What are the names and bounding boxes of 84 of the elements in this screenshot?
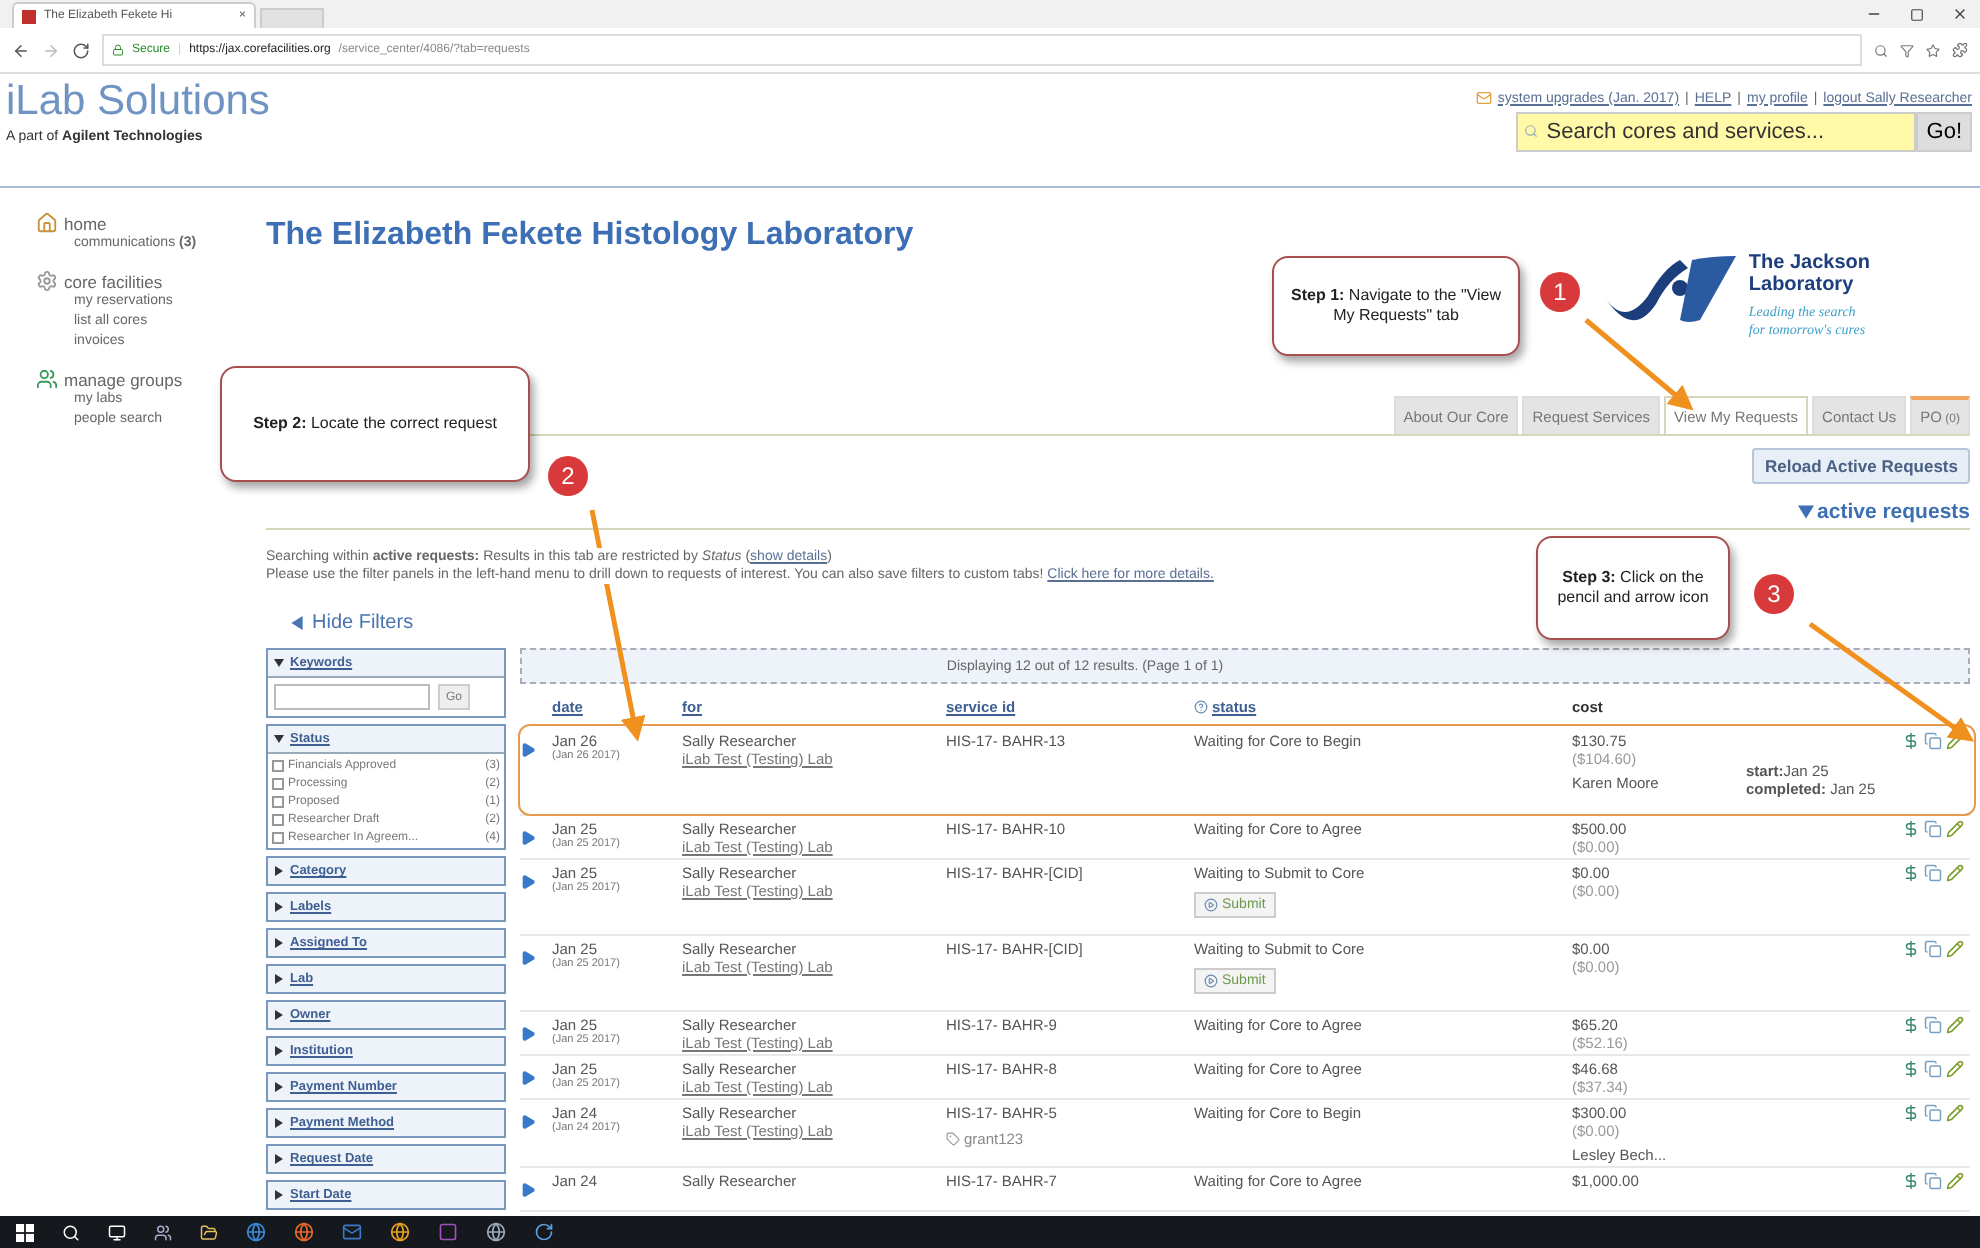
people-icon[interactable]	[154, 1223, 172, 1241]
pencil-icon[interactable]	[1946, 864, 1964, 882]
go-button[interactable]: Go!	[1916, 112, 1972, 152]
pencil-icon[interactable]	[1946, 820, 1964, 838]
pencil-icon[interactable]	[1946, 940, 1964, 958]
step-callout: Step 1: Navigate to the "View My Requests" tab	[1272, 256, 1520, 356]
copy-icon[interactable]	[1924, 1172, 1942, 1190]
pencil-icon[interactable]	[1946, 1060, 1964, 1078]
ilab-logo[interactable]: iLab Solutions	[6, 80, 270, 122]
mail-icon[interactable]	[342, 1222, 362, 1242]
play-icon	[1204, 898, 1218, 912]
sync-icon[interactable]	[534, 1222, 554, 1242]
expand-icon[interactable]	[520, 1026, 536, 1042]
partner-name: Laboratory	[1748, 274, 1856, 296]
expand-icon[interactable]	[520, 950, 536, 966]
windows-logo-icon[interactable]	[16, 1223, 34, 1241]
favicon-icon	[22, 9, 36, 23]
mail-icon	[1475, 90, 1492, 106]
copy-icon[interactable]	[1924, 732, 1942, 750]
copy-icon[interactable]	[1924, 1016, 1942, 1034]
expand-icon[interactable]	[520, 1070, 536, 1086]
arrow	[1584, 318, 1694, 411]
left-caret-icon	[290, 616, 304, 630]
task-view-icon[interactable]	[108, 1223, 126, 1241]
expand-icon[interactable]	[520, 874, 536, 890]
play-icon	[1204, 974, 1218, 988]
back-icon[interactable]	[12, 41, 30, 59]
pencil-icon[interactable]	[1946, 1172, 1964, 1190]
checkbox[interactable]	[272, 759, 284, 771]
dollar-icon[interactable]	[1902, 1016, 1920, 1034]
reload-button[interactable]: Reload Active Requests	[1752, 448, 1970, 484]
tag-icon	[946, 1132, 960, 1146]
home-icon	[36, 212, 58, 234]
gear-icon	[36, 270, 58, 292]
checkbox[interactable]	[272, 795, 284, 807]
expand-icon[interactable]	[520, 1182, 536, 1198]
folder-icon[interactable]	[200, 1223, 218, 1241]
extension-icon[interactable]	[1952, 42, 1968, 58]
dollar-icon[interactable]	[1902, 1060, 1920, 1078]
dollar-icon[interactable]	[1902, 1172, 1920, 1190]
copy-icon[interactable]	[1924, 1104, 1942, 1122]
maximize-icon[interactable]	[1910, 7, 1924, 21]
search-field[interactable]: Search cores and services...	[1516, 112, 1917, 152]
search-icon[interactable]	[62, 1223, 80, 1241]
step-badge: 3	[1754, 574, 1794, 614]
close-icon[interactable]	[1952, 6, 1968, 22]
expand-icon[interactable]	[520, 742, 536, 758]
dollar-icon[interactable]	[1902, 1104, 1920, 1122]
step-badge: 1	[1540, 272, 1580, 312]
copy-icon[interactable]	[1924, 864, 1942, 882]
step-callout: Step 2: Locate the correct request	[220, 366, 530, 482]
step-badge: 2	[548, 456, 588, 496]
globe-icon[interactable]	[294, 1222, 314, 1242]
dollar-icon[interactable]	[1902, 864, 1920, 882]
dollar-icon[interactable]	[1902, 820, 1920, 838]
browser-icon[interactable]	[246, 1222, 266, 1242]
expand-icon[interactable]	[520, 1114, 536, 1130]
copy-icon[interactable]	[1924, 940, 1942, 958]
people-icon	[36, 368, 58, 390]
copy-icon[interactable]	[1924, 820, 1942, 838]
copy-icon[interactable]	[1924, 1060, 1942, 1078]
dollar-icon[interactable]	[1902, 732, 1920, 750]
search-icon	[1524, 124, 1539, 138]
step-callout: Step 3: Click on the pencil and arrow icon	[1536, 536, 1730, 640]
star-icon[interactable]	[1926, 43, 1940, 57]
globe-icon[interactable]	[486, 1222, 506, 1242]
nav-item[interactable]: manage groups	[36, 368, 183, 390]
checkbox[interactable]	[272, 777, 284, 789]
expand-icon[interactable]	[520, 830, 536, 846]
page-title: The Elizabeth Fekete Histology Laboratory	[266, 218, 914, 256]
zoom-icon[interactable]	[1874, 43, 1888, 57]
dollar-icon[interactable]	[1902, 940, 1920, 958]
checkbox[interactable]	[272, 831, 284, 843]
section-toggle[interactable]: active requests	[1797, 500, 1970, 524]
nav-item[interactable]: home	[36, 212, 107, 234]
checkbox[interactable]	[272, 813, 284, 825]
pencil-icon[interactable]	[1946, 1016, 1964, 1034]
lock-icon	[112, 44, 124, 56]
nav-item[interactable]: core facilities	[36, 270, 163, 292]
keyword-field[interactable]	[274, 684, 430, 710]
partner-name: The Jackson	[1748, 252, 1870, 274]
filter-icon[interactable]	[1900, 43, 1914, 57]
reload-icon[interactable]	[72, 41, 90, 59]
pencil-icon[interactable]	[1946, 1104, 1964, 1122]
